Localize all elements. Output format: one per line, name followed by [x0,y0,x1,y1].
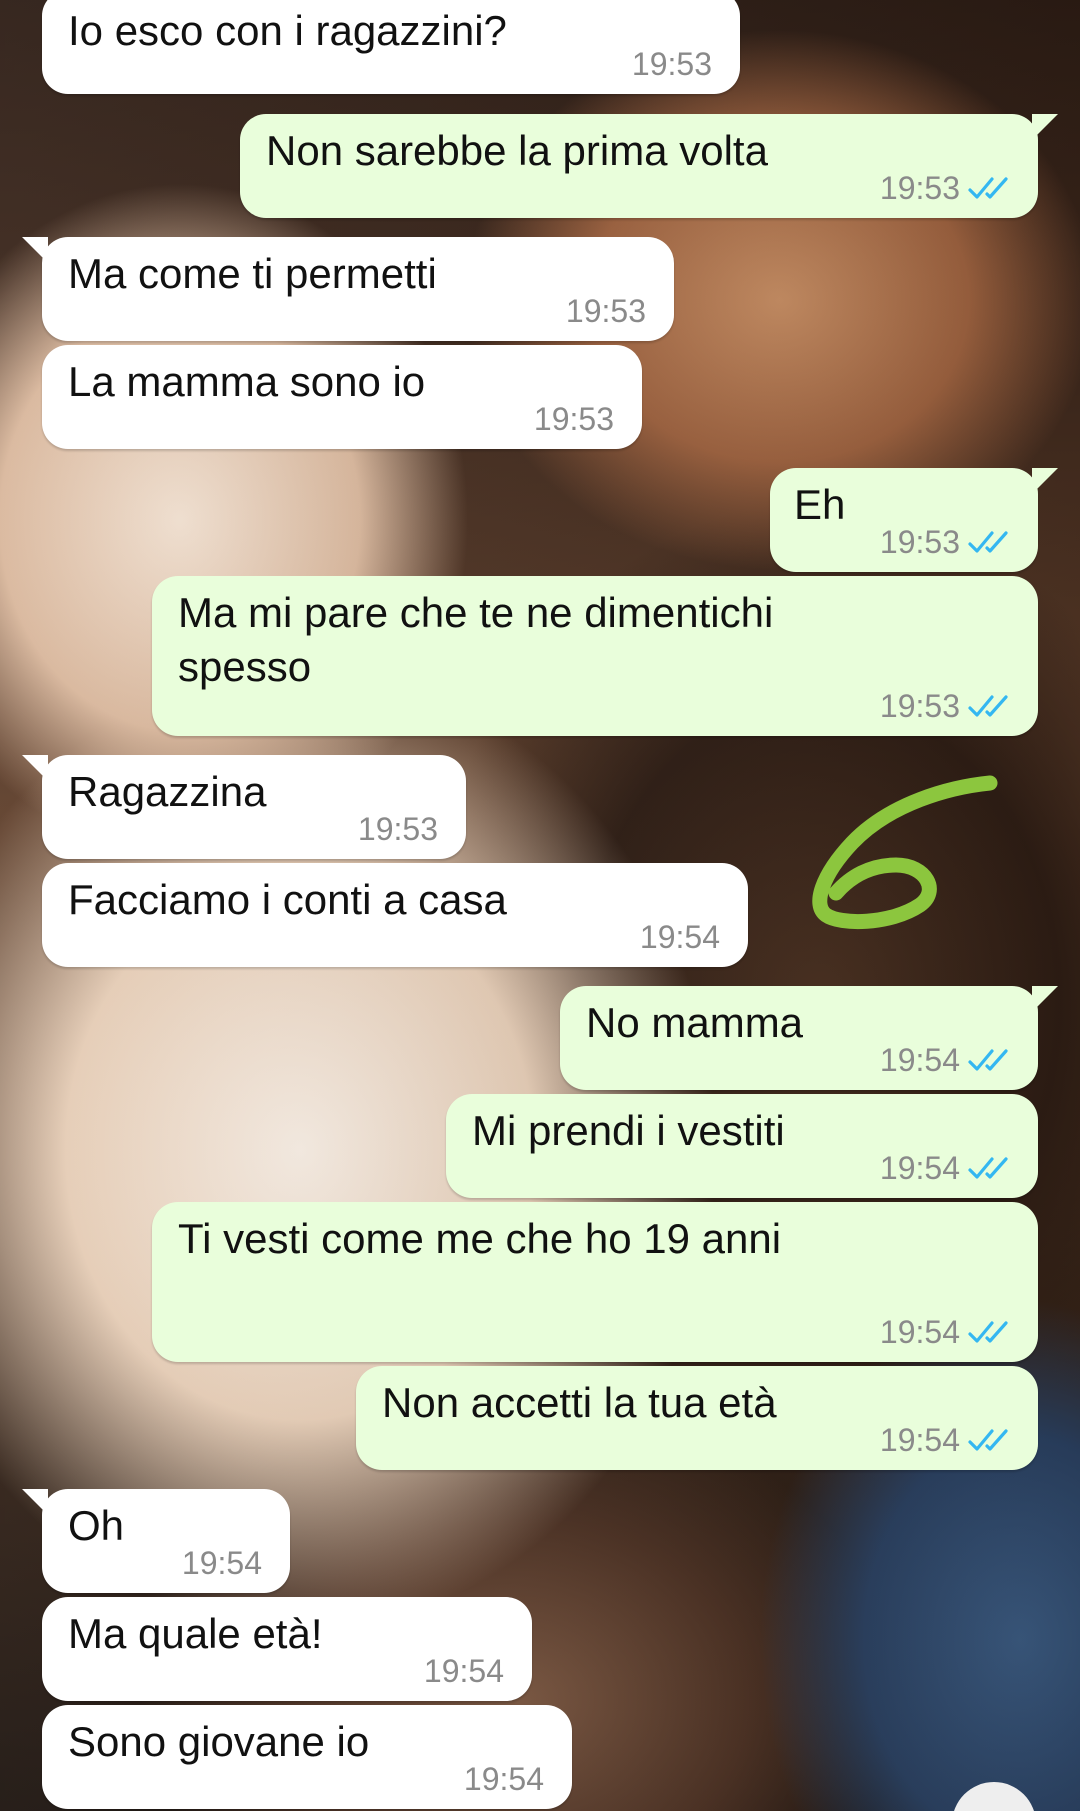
message-bubble-incoming[interactable]: Sono giovane io 19:54 [42,1705,572,1809]
message-bubble-outgoing[interactable]: Non accetti la tua età 19:54 [356,1366,1038,1470]
message-time: 19:54 [181,1545,262,1581]
message-meta: 19:54 [880,1150,1014,1186]
bubble-tail [1032,986,1058,1012]
message-text: Facciamo i conti a casa [68,876,507,923]
bubble-tail [22,755,48,781]
bubble-tail [1032,468,1058,494]
handwritten-six-doodle-icon [812,775,998,929]
message-text: Ma come ti permetti [68,250,437,297]
message-meta: 19:54 [880,1314,1014,1350]
message-meta: 19:54 [880,1042,1014,1078]
message-time: 19:53 [879,524,960,560]
message-meta: 19:53 [632,46,712,82]
message-time: 19:54 [639,919,720,955]
message-meta: 19:53 [880,688,1014,724]
message-meta: 19:54 [464,1761,544,1797]
message-bubble-outgoing[interactable]: Non sarebbe la prima volta 19:53 [240,114,1058,218]
message-time: 19:53 [631,46,712,82]
bubble-tail [1032,114,1058,140]
message-text: Non sarebbe la prima volta [266,127,768,174]
message-text: Ma mi pare che te ne dimentichi spesso [178,589,774,690]
message-text: Oh [68,1502,125,1549]
message-meta: 19:54 [424,1653,504,1689]
message-time: 19:53 [357,811,438,847]
message-meta: 19:53 [880,524,1014,560]
message-time: 19:54 [879,1422,960,1458]
bubble-tail [22,1489,48,1515]
message-meta: 19:53 [534,401,614,437]
double-check-icon [968,1321,1008,1343]
message-bubble-incoming[interactable]: Ma quale età! 19:54 [42,1597,532,1701]
message-meta: 19:53 [880,170,1014,206]
chat-screen: Io esco con i ragazzini? 19:53 Non sareb… [0,0,1080,1811]
double-check-icon [968,1429,1008,1451]
message-time: 19:54 [463,1761,544,1797]
message-text: Non accetti la tua età [382,1379,777,1426]
message-text: Io esco con i ragazzini? [68,7,507,54]
message-text: No mamma [586,999,804,1046]
message-meta: 19:53 [566,293,646,329]
message-text: Ti vesti come me che ho 19 anni [178,1215,782,1262]
message-text: Eh [794,481,846,528]
message-time: 19:53 [565,293,646,329]
message-time: 19:54 [879,1150,960,1186]
message-bubble-outgoing[interactable]: Mi prendi i vestiti 19:54 [446,1094,1038,1198]
message-text: Ma quale età! [68,1610,323,1657]
double-check-icon [968,695,1008,717]
message-bubble-incoming[interactable]: Ragazzina 19:53 [22,755,466,859]
message-text: Ragazzina [68,768,267,815]
message-text: La mamma sono io [68,358,426,405]
message-text: Sono giovane io [68,1718,370,1765]
message-time: 19:53 [533,401,614,437]
double-check-icon [968,531,1008,553]
message-bubble-incoming[interactable]: La mamma sono io 19:53 [42,345,642,449]
message-time: 19:54 [879,1314,960,1350]
message-meta: 19:53 [358,811,438,847]
message-time: 19:53 [879,170,960,206]
message-meta: 19:54 [640,919,720,955]
message-bubble-incoming[interactable]: Io esco con i ragazzini? 19:53 [42,0,740,94]
double-check-icon [968,1157,1008,1179]
message-meta: 19:54 [880,1422,1014,1458]
message-bubble-incoming[interactable]: Ma come ti permetti 19:53 [22,237,674,341]
message-time: 19:54 [879,1042,960,1078]
message-time: 19:53 [879,688,960,724]
message-meta: 19:54 [182,1545,262,1581]
message-bubble-outgoing[interactable]: No mamma 19:54 [560,986,1058,1090]
message-time: 19:54 [423,1653,504,1689]
message-bubble-outgoing[interactable]: Ti vesti come me che ho 19 anni 19:54 [152,1202,1038,1362]
message-text: Mi prendi i vestiti [472,1107,785,1154]
double-check-icon [968,1049,1008,1071]
message-bubble-incoming[interactable]: Oh 19:54 [22,1489,290,1593]
bubble-tail [22,237,48,263]
double-check-icon [968,177,1008,199]
message-bubble-outgoing[interactable]: Ma mi pare che te ne dimentichi spesso 1… [152,576,1038,736]
message-bubble-incoming[interactable]: Facciamo i conti a casa 19:54 [42,863,748,967]
message-bubble-outgoing[interactable]: Eh 19:53 [770,468,1058,572]
